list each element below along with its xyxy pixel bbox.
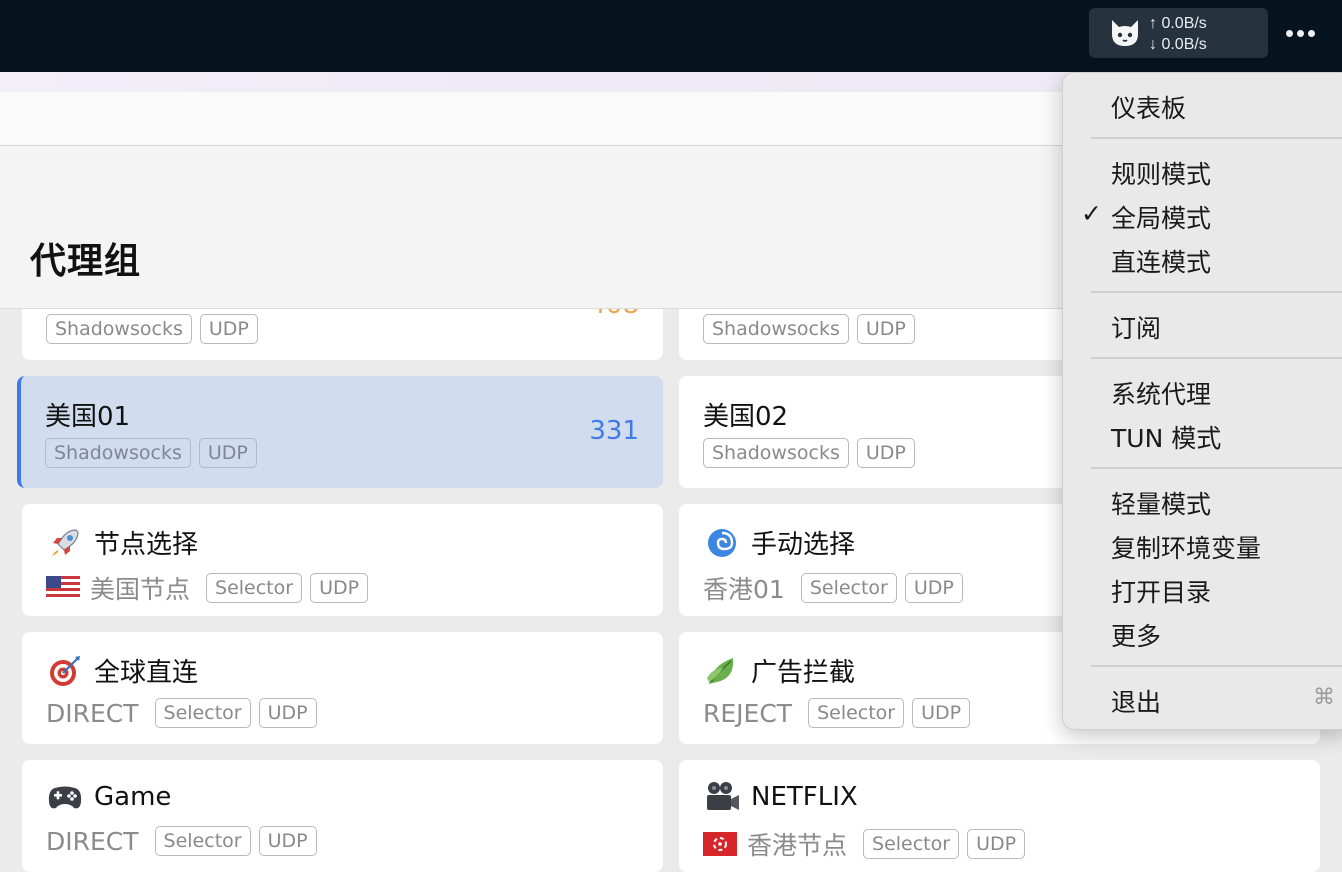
menu-item-direct-mode[interactable]: 直连模式 xyxy=(1111,243,1211,279)
menu-item-open-dir[interactable]: 打开目录 xyxy=(1111,573,1211,609)
tray-status-item[interactable]: ↑ 0.0B/s ↓ 0.0B/s xyxy=(1089,8,1268,58)
more-icon[interactable] xyxy=(1280,20,1320,46)
group-name: 全球直连 xyxy=(94,658,199,688)
cyclone-icon xyxy=(703,526,741,560)
menu-item-global-mode[interactable]: 全局模式 xyxy=(1111,199,1211,235)
hk-flag-icon xyxy=(703,832,737,856)
udp-tag: UDP xyxy=(856,438,915,468)
card-sub: 香港01 Selector UDP xyxy=(703,570,963,606)
type-tag: Shadowsocks xyxy=(46,314,192,344)
menu-item-rule-mode[interactable]: 规则模式 xyxy=(1111,155,1211,191)
download-speed: ↓ 0.0B/s xyxy=(1149,36,1207,53)
menu-separator xyxy=(1091,467,1342,469)
current-selection: 香港节点 xyxy=(703,826,847,862)
udp-tag: UDP xyxy=(258,826,317,856)
card-name: NETFLIX xyxy=(703,780,858,814)
udp-tag: UDP xyxy=(856,314,915,344)
card-tags: Shadowsocks UDP xyxy=(703,438,915,468)
udp-tag: UDP xyxy=(912,698,971,728)
current-selection: REJECT xyxy=(703,698,793,728)
menu-separator xyxy=(1091,137,1342,139)
card-sub: REJECT Selector UDP xyxy=(703,698,971,728)
menu-item-light-mode[interactable]: 轻量模式 xyxy=(1111,485,1211,521)
proxy-group-card[interactable]: 节点选择 美国节点 Selector UDP xyxy=(22,504,663,616)
udp-tag: UDP xyxy=(310,573,369,603)
card-name: 美国01 xyxy=(45,402,131,432)
card-name: 美国02 xyxy=(703,402,789,432)
card-sub: 香港节点 Selector UDP xyxy=(703,826,1026,862)
current-selection: DIRECT xyxy=(46,826,139,856)
current-selection: DIRECT xyxy=(46,698,139,728)
gamepad-icon xyxy=(46,780,84,814)
card-sub: DIRECT Selector UDP xyxy=(46,698,317,728)
card-name: 节点选择 xyxy=(46,524,198,561)
menu-separator xyxy=(1091,357,1342,359)
udp-tag: UDP xyxy=(199,314,258,344)
proxy-card-selected[interactable]: 美国01 331 Shadowsocks UDP xyxy=(17,376,663,488)
current-name: 香港节点 xyxy=(747,831,848,860)
udp-tag: UDP xyxy=(904,573,963,603)
group-name: 节点选择 xyxy=(94,530,199,560)
target-icon xyxy=(46,654,84,688)
current-selection: 香港01 xyxy=(703,575,785,604)
card-sub: DIRECT Selector UDP xyxy=(46,826,317,856)
menu-item-subscribe[interactable]: 订阅 xyxy=(1111,309,1161,345)
card-name: 手动选择 xyxy=(703,524,855,561)
card-tags: Shadowsocks UDP xyxy=(45,438,257,468)
udp-tag: UDP xyxy=(258,698,317,728)
type-tag: Selector xyxy=(154,826,251,856)
tray-speeds: ↑ 0.0B/s ↓ 0.0B/s xyxy=(1149,13,1207,55)
type-tag: Selector xyxy=(863,829,960,859)
type-tag: Shadowsocks xyxy=(45,438,191,468)
page-title: 代理组 xyxy=(30,241,142,282)
type-tag: Selector xyxy=(808,698,905,728)
current-name: 美国节点 xyxy=(90,575,191,604)
quit-shortcut: ⌘ xyxy=(1313,685,1335,710)
checkmark-icon: ✓ xyxy=(1081,199,1102,228)
card-name: 广告拦截 xyxy=(703,652,855,689)
current-selection: 美国节点 xyxy=(46,570,190,606)
card-tags: Shadowsocks UDP xyxy=(703,314,915,344)
upload-speed: ↑ 0.0B/s xyxy=(1149,15,1207,32)
udp-tag: UDP xyxy=(967,829,1026,859)
group-name: NETFLIX xyxy=(751,782,858,812)
type-tag: Selector xyxy=(800,573,897,603)
type-tag: Selector xyxy=(154,698,251,728)
menubar: ↑ 0.0B/s ↓ 0.0B/s xyxy=(0,0,1342,72)
group-name: 手动选择 xyxy=(751,530,856,560)
leaf-icon xyxy=(703,654,741,688)
menu-item-dashboard[interactable]: 仪表板 xyxy=(1111,89,1186,125)
type-tag: Shadowsocks xyxy=(703,438,849,468)
proxy-group-card[interactable]: Game DIRECT Selector UDP xyxy=(22,760,663,872)
udp-tag: UDP xyxy=(198,438,257,468)
menu-item-copy-env[interactable]: 复制环境变量 xyxy=(1111,529,1261,565)
type-tag: Shadowsocks xyxy=(703,314,849,344)
rocket-icon xyxy=(46,526,84,560)
menu-separator xyxy=(1091,665,1342,667)
group-name: Game xyxy=(94,782,172,812)
tray-dropdown-menu: 仪表板 规则模式 ✓ 全局模式 直连模式 订阅 系统代理 TUN 模式 轻量模式… xyxy=(1062,72,1342,730)
type-tag: Selector xyxy=(206,573,303,603)
menu-item-quit[interactable]: 退出 xyxy=(1111,683,1161,719)
menu-item-system-proxy[interactable]: 系统代理 xyxy=(1111,375,1211,411)
menu-item-tun-mode[interactable]: TUN 模式 xyxy=(1111,419,1221,455)
group-name: 广告拦截 xyxy=(751,658,856,688)
menu-item-more[interactable]: 更多 xyxy=(1111,617,1161,653)
card-sub: 美国节点 Selector UDP xyxy=(46,570,369,606)
menu-separator xyxy=(1091,291,1342,293)
card-name: Game xyxy=(46,780,171,814)
cat-icon xyxy=(1112,20,1138,46)
us-flag-icon xyxy=(46,576,80,600)
proxy-group-card[interactable]: NETFLIX 香港节点 Selector UDP xyxy=(679,760,1320,872)
proxy-group-card[interactable]: 全球直连 DIRECT Selector UDP xyxy=(22,632,663,744)
card-tags: Shadowsocks UDP xyxy=(46,314,258,344)
latency-value: 331 xyxy=(589,416,639,446)
card-name: 全球直连 xyxy=(46,652,198,689)
movie-camera-icon xyxy=(703,780,741,814)
